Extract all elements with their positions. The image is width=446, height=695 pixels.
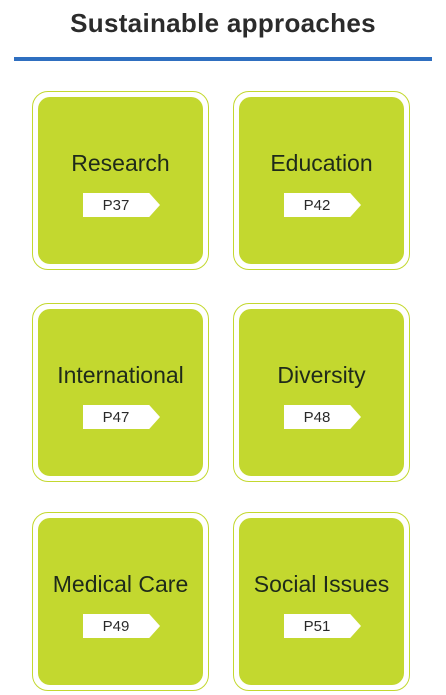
- approach-grid: Research P37 Education P42 International…: [0, 0, 446, 695]
- card-education[interactable]: Education P42: [233, 91, 410, 270]
- card-research[interactable]: Research P37: [32, 91, 209, 270]
- page-number: P48: [303, 409, 331, 426]
- page-number: P49: [102, 618, 130, 635]
- card-label: International: [57, 362, 184, 388]
- card-international[interactable]: International P47: [32, 303, 209, 482]
- card-label: Research: [71, 150, 170, 176]
- card-diversity[interactable]: Diversity P48: [233, 303, 410, 482]
- page-tag[interactable]: P49: [83, 614, 160, 638]
- page-number: P42: [303, 197, 331, 214]
- card-label: Diversity: [277, 362, 366, 388]
- card-label: Education: [270, 150, 373, 176]
- card-label: Social Issues: [253, 571, 390, 597]
- card-social-issues[interactable]: Social Issues P51: [233, 512, 410, 691]
- card-background: Diversity P48: [239, 309, 404, 476]
- page-tag[interactable]: P48: [284, 405, 361, 429]
- card-background: Medical Care P49: [38, 518, 203, 685]
- page-tag[interactable]: P51: [284, 614, 361, 638]
- page-tag[interactable]: P37: [83, 193, 160, 217]
- card-background: Social Issues P51: [239, 518, 404, 685]
- card-background: Research P37: [38, 97, 203, 264]
- page-tag[interactable]: P42: [284, 193, 361, 217]
- card-medical-care[interactable]: Medical Care P49: [32, 512, 209, 691]
- page-number: P47: [102, 409, 130, 426]
- card-background: Education P42: [239, 97, 404, 264]
- page-number: P51: [303, 618, 331, 635]
- card-background: International P47: [38, 309, 203, 476]
- card-label: Medical Care: [52, 571, 189, 597]
- page-tag[interactable]: P47: [83, 405, 160, 429]
- page-number: P37: [102, 197, 130, 214]
